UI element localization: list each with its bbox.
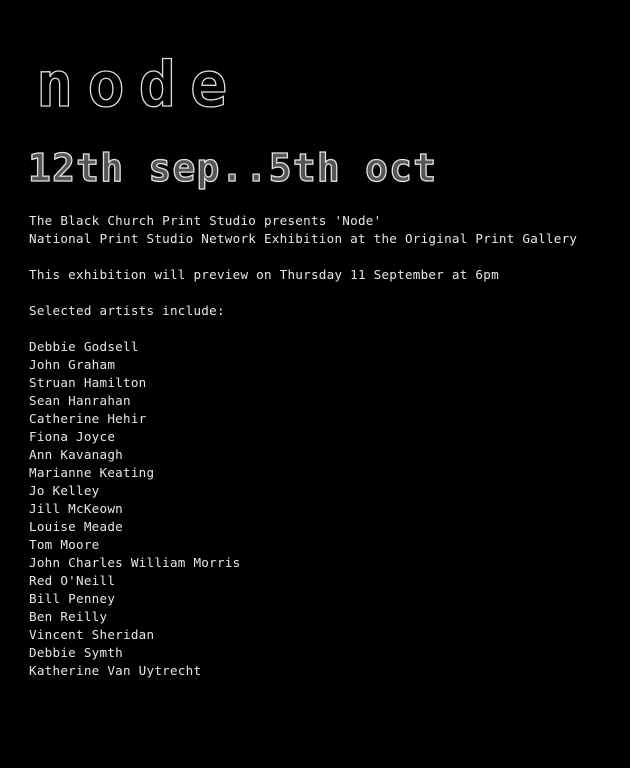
artists-heading: Selected artists include: (29, 303, 225, 318)
artist-name: John Graham (29, 357, 116, 372)
artist-name: Red O'Neill (29, 573, 116, 588)
artist-name: Debbie Symth (29, 645, 123, 660)
artist-name: Tom Moore (29, 537, 100, 552)
exhibition-description: National Print Studio Network Exhibition… (29, 231, 578, 246)
presenter-line: The Black Church Print Studio presents '… (29, 213, 382, 228)
artist-name: Catherine Hehir (29, 411, 147, 426)
artist-name: Ben Reilly (29, 609, 108, 624)
artist-name: Vincent Sheridan (29, 627, 155, 642)
artist-name: Jo Kelley (29, 483, 100, 498)
artist-name: Fiona Joyce (29, 429, 116, 444)
artist-name: Bill Penney (29, 591, 116, 606)
preview-info: This exhibition will preview on Thursday… (29, 267, 499, 282)
artist-name: Jill McKeown (29, 501, 123, 516)
artist-name: Katherine Van Uytrecht (29, 663, 202, 678)
artist-name: Debbie Godsell (29, 339, 139, 354)
artist-list: Debbie Godsell John Graham Struan Hamilton… (29, 338, 577, 680)
artist-name: Marianne Keating (29, 465, 155, 480)
artist-name: Louise Meade (29, 519, 123, 534)
artist-name: John Charles William Morris (29, 555, 241, 570)
exhibition-title: node (35, 48, 242, 121)
artist-name: Struan Hamilton (29, 375, 147, 390)
artist-name: Sean Hanrahan (29, 393, 131, 408)
artist-name: Ann Kavanagh (29, 447, 123, 462)
exhibition-dates: 12th sep..5th oct (27, 145, 438, 190)
exhibition-info: The Black Church Print Studio presents '… (29, 212, 577, 680)
